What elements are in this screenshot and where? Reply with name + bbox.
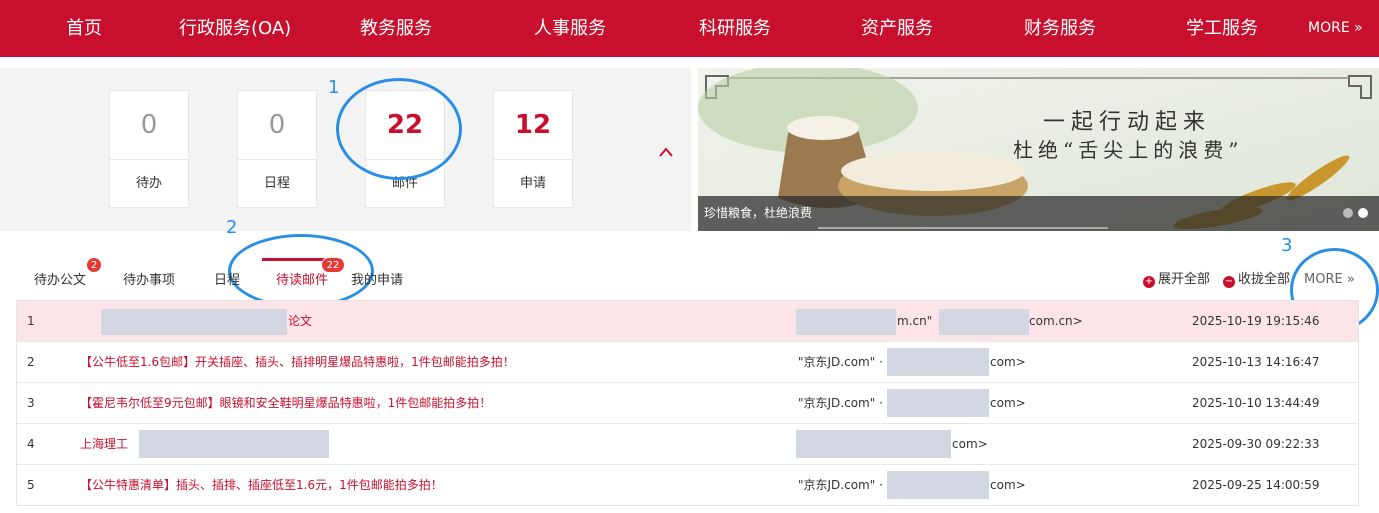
- row-subject: 【霍尼韦尔低至9元包邮】眼镜和安全鞋明星爆品特惠啦，1件包邮能拍多拍！: [80, 396, 492, 410]
- mail-more-link[interactable]: MORE »: [1304, 270, 1355, 290]
- row-index: 2: [27, 355, 35, 369]
- banner-progress-line: [818, 227, 1108, 229]
- row-sender-b: com>: [990, 396, 1026, 410]
- minus-icon: −: [1223, 276, 1235, 288]
- top-nav: 首页 行政服务(OA) 教务服务 人事服务 科研服务 资产服务 财务服务 学工服…: [0, 0, 1379, 57]
- banner-carousel[interactable]: 一起行动起来 杜绝“舌尖上的浪费” 珍惜粮食，杜绝浪费: [698, 68, 1379, 231]
- row-time: 2025-10-19 19:15:46: [1192, 314, 1320, 328]
- collapse-all-label: 收拢全部: [1238, 272, 1291, 287]
- plus-icon: +: [1143, 276, 1155, 288]
- stat-value: 22: [366, 91, 444, 160]
- row-time: 2025-10-10 13:44:49: [1192, 396, 1320, 410]
- annotation-number-3: 3: [1281, 235, 1293, 256]
- carousel-dot-2[interactable]: [1358, 208, 1368, 218]
- nav-item-research[interactable]: 科研服务: [699, 0, 771, 57]
- nav-more-link[interactable]: MORE »: [1308, 0, 1363, 57]
- tab-badge-mail: 22: [321, 257, 345, 273]
- stat-value: 0: [238, 91, 316, 160]
- redaction-block: [139, 430, 329, 458]
- row-sender-b: com>: [952, 437, 988, 451]
- table-row[interactable]: 2 【公牛低至1.6包邮】开关插座、插头、插排明星爆品特惠啦，1件包邮能拍多拍！…: [17, 342, 1358, 383]
- row-subject: 上海理工: [80, 437, 129, 451]
- table-row[interactable]: 1 论文 m.cn" com.cn> 2025-10-19 19:15:46: [17, 301, 1358, 342]
- row-time: 2025-09-30 09:22:33: [1192, 437, 1320, 451]
- stat-label: 申请: [519, 176, 546, 191]
- row-sender-b: com>: [990, 478, 1026, 492]
- tab-unread-mail[interactable]: 待读邮件: [276, 270, 328, 292]
- row-subject: 论文: [288, 314, 313, 328]
- redaction-block: [887, 471, 989, 499]
- stat-value: 12: [494, 91, 572, 160]
- annotation-number-1: 1: [328, 77, 340, 98]
- collapse-all-button[interactable]: − 收拢全部: [1223, 270, 1290, 290]
- tab-pending-items[interactable]: 待办事项: [123, 270, 175, 292]
- active-tab-indicator: [262, 258, 326, 261]
- banner-headline-2: 杜绝“舌尖上的浪费”: [1013, 138, 1244, 162]
- tab-schedule[interactable]: 日程: [214, 270, 240, 292]
- mail-table: 1 论文 m.cn" com.cn> 2025-10-19 19:15:46 2…: [16, 300, 1359, 506]
- caret-up-icon[interactable]: [655, 142, 677, 164]
- stat-card-schedule[interactable]: 0 日程: [237, 90, 317, 208]
- row-index: 1: [27, 314, 35, 328]
- nav-item-oa[interactable]: 行政服务(OA): [179, 0, 291, 57]
- banner-caption: 珍惜粮食，杜绝浪费: [704, 206, 813, 220]
- row-time: 2025-10-13 14:16:47: [1192, 355, 1320, 369]
- stat-card-todo[interactable]: 0 待办: [109, 90, 189, 208]
- row-sender-a: "京东JD.com" ·: [798, 355, 883, 369]
- table-row[interactable]: 4 上海理工 com> 2025-09-30 09:22:33: [17, 424, 1358, 465]
- row-index: 4: [27, 437, 35, 451]
- nav-item-student[interactable]: 学工服务: [1186, 0, 1258, 57]
- stat-label: 邮件: [391, 176, 418, 191]
- stat-card-mail[interactable]: 22 邮件: [365, 90, 445, 208]
- redaction-block: [939, 309, 1029, 335]
- stat-card-application[interactable]: 12 申请: [493, 90, 573, 208]
- row-subject: 【公牛特惠清单】插头、插排、插座低至1.6元，1件包邮能拍多拍！: [80, 478, 443, 492]
- row-sender-a: "京东JD.com" ·: [798, 478, 883, 492]
- row-sender-a: m.cn": [897, 314, 933, 328]
- expand-all-label: 展开全部: [1158, 272, 1211, 287]
- stat-value: 0: [110, 91, 188, 160]
- row-sender-a: "京东JD.com" ·: [798, 396, 883, 410]
- nav-item-home[interactable]: 首页: [66, 0, 102, 57]
- tab-badge-docs: 2: [86, 257, 102, 273]
- table-row[interactable]: 5 【公牛特惠清单】插头、插排、插座低至1.6元，1件包邮能拍多拍！ "京东JD…: [17, 465, 1358, 506]
- annotation-number-2: 2: [226, 217, 238, 238]
- stats-panel: 0 待办 0 日程 22 邮件 12 申请: [0, 68, 691, 231]
- row-index: 5: [27, 478, 35, 492]
- redaction-block: [101, 309, 287, 335]
- row-subject: 【公牛低至1.6包邮】开关插座、插头、插排明星爆品特惠啦，1件包邮能拍多拍！: [80, 355, 515, 369]
- redaction-block: [796, 430, 951, 458]
- row-sender-b: com.cn>: [1029, 314, 1083, 328]
- row-index: 3: [27, 396, 35, 410]
- stat-label: 日程: [263, 176, 290, 191]
- table-row[interactable]: 3 【霍尼韦尔低至9元包邮】眼镜和安全鞋明星爆品特惠啦，1件包邮能拍多拍！ "京…: [17, 383, 1358, 424]
- expand-all-button[interactable]: + 展开全部: [1143, 270, 1210, 290]
- nav-item-hr[interactable]: 人事服务: [534, 0, 606, 57]
- nav-item-finance[interactable]: 财务服务: [1024, 0, 1096, 57]
- stat-label: 待办: [135, 176, 162, 191]
- carousel-dot-1[interactable]: [1343, 208, 1353, 218]
- redaction-block: [887, 348, 989, 376]
- row-time: 2025-09-25 14:00:59: [1192, 478, 1320, 492]
- row-sender-b: com>: [990, 355, 1026, 369]
- tab-pending-docs[interactable]: 待办公文: [34, 270, 86, 292]
- banner-headline-1: 一起行动起来: [1043, 110, 1212, 135]
- nav-item-academic[interactable]: 教务服务: [360, 0, 432, 57]
- redaction-block: [887, 389, 989, 417]
- redaction-block: [796, 309, 896, 335]
- tab-my-applications[interactable]: 我的申请: [351, 270, 403, 292]
- banner-caption-bar: 珍惜粮食，杜绝浪费: [698, 196, 1379, 231]
- nav-item-assets[interactable]: 资产服务: [861, 0, 933, 57]
